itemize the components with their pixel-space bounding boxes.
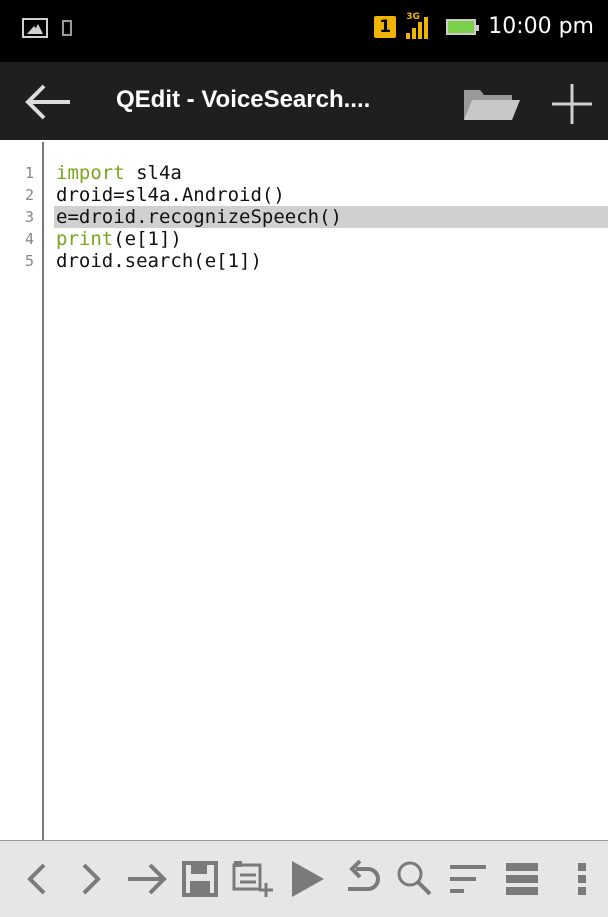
sim-icon: 1 (374, 15, 397, 38)
code-text: droid.search(e[1]) (56, 250, 262, 272)
code-text: e=droid.recognizeSpeech() (56, 206, 342, 228)
code-line[interactable]: import sl4a (54, 162, 608, 184)
code-line[interactable]: droid.search(e[1]) (54, 250, 608, 272)
status-bar: 1 3G 10:00 pm (0, 0, 608, 62)
clock: 10:00 pm (488, 14, 594, 39)
search-icon[interactable] (392, 857, 436, 901)
keyword: print (56, 228, 114, 250)
insert-icon[interactable] (230, 857, 274, 901)
wrap-icon[interactable] (446, 857, 490, 901)
line-number: 1 (24, 164, 34, 182)
code-editor[interactable]: 1 2 3 4 5 import sl4a droid=sl4a.Android… (0, 140, 608, 840)
folder-icon[interactable] (462, 86, 520, 122)
line-number: 3 (24, 208, 34, 226)
chevron-left-icon[interactable] (16, 857, 60, 901)
list-icon[interactable] (500, 857, 544, 901)
code-line[interactable]: droid=sl4a.Android() (54, 184, 608, 206)
run-icon[interactable] (284, 857, 328, 901)
bottom-toolbar (0, 840, 608, 917)
code-text: droid=sl4a.Android() (56, 184, 285, 206)
back-arrow-icon[interactable] (22, 82, 74, 122)
code-line[interactable]: print(e[1]) (54, 228, 608, 250)
line-number: 4 (24, 230, 34, 248)
gutter-divider (42, 142, 44, 840)
page-title: QEdit - VoiceSearch.... (116, 86, 371, 113)
save-icon[interactable] (178, 857, 222, 901)
gallery-icon (22, 18, 48, 38)
line-number: 5 (24, 252, 34, 270)
chevron-right-icon[interactable] (68, 857, 112, 901)
code-text: sl4a (124, 162, 182, 184)
action-bar: QEdit - VoiceSearch.... (0, 62, 608, 140)
keyword: import (56, 162, 125, 184)
notification-icon (62, 20, 72, 36)
arrow-right-icon[interactable] (124, 857, 168, 901)
line-number: 2 (24, 186, 34, 204)
network-type-label: 3G (406, 11, 420, 22)
undo-icon[interactable] (340, 857, 384, 901)
plus-icon[interactable] (550, 82, 594, 126)
overflow-menu-icon[interactable] (560, 857, 604, 901)
code-text: (e[1]) (113, 228, 182, 250)
line-number-gutter: 1 2 3 4 5 (0, 162, 40, 272)
signal-icon: 3G (406, 11, 429, 39)
code-area[interactable]: import sl4a droid=sl4a.Android() e=droid… (54, 162, 608, 272)
battery-icon (446, 18, 480, 35)
code-line-highlighted[interactable]: e=droid.recognizeSpeech() (54, 206, 608, 228)
